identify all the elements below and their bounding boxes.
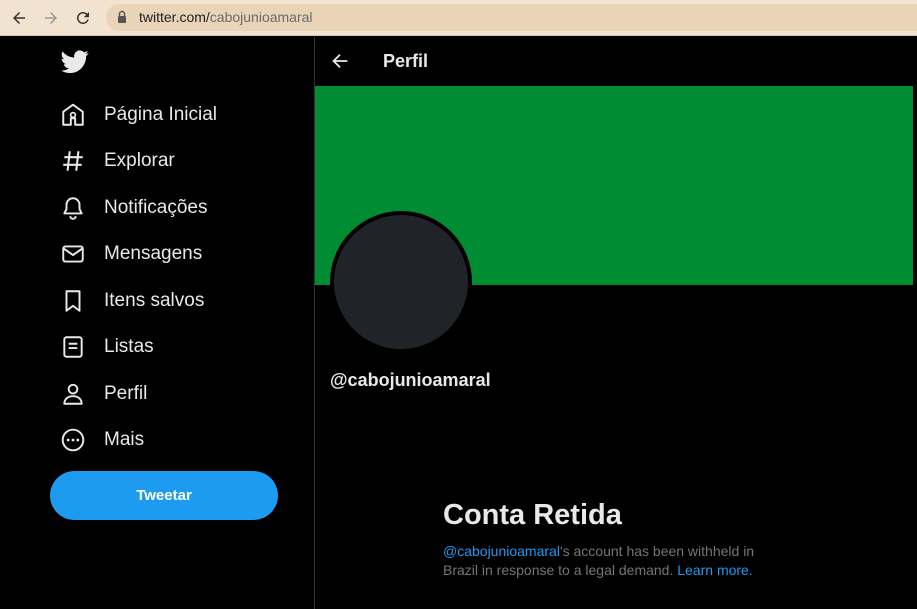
withheld-handle-link[interactable]: @cabojunioamaral [443,543,560,559]
hashtag-icon [58,146,88,176]
sidebar-item-home[interactable]: Página Inicial [58,99,217,131]
twitter-bird-icon[interactable] [61,50,89,74]
sidebar-item-label: Página Inicial [104,104,218,125]
sidebar-item-notifications[interactable]: Notificações [58,192,208,224]
learn-more-link[interactable]: Learn more. [677,562,752,578]
withheld-message: @cabojunioamaral's account has been with… [443,542,773,580]
page-title: Perfil [383,51,429,71]
url-path: cabojunioamaral [209,9,313,25]
sidebar-item-lists[interactable]: Listas [58,331,154,363]
url-text[interactable]: twitter.com/cabojunioamaral [139,9,313,26]
bell-icon [58,193,88,223]
sidebar-item-label: Notificações [104,197,208,218]
sidebar-item-label: Explorar [104,150,175,171]
lock-icon [118,10,126,23]
sidebar-item-label: Listas [104,336,154,357]
person-icon [58,379,88,409]
withheld-title: Conta Retida [443,499,622,531]
arrow-left-icon [13,12,25,24]
avatar[interactable] [330,211,472,353]
envelope-icon [58,239,88,269]
url-host: twitter.com/ [139,9,210,25]
sidebar: Página Inicial Explorar Notificações Men… [0,37,314,609]
forward-button[interactable] [40,7,62,29]
profile-column: Perfil @cabojunioamaral Conta Retida @ca… [315,37,917,609]
sidebar-item-label: Mensagens [104,243,203,264]
sidebar-item-explore[interactable]: Explorar [58,145,175,177]
sidebar-item-bookmarks[interactable]: Itens salvos [58,285,204,317]
back-button[interactable] [8,7,30,29]
back-arrow-icon[interactable] [329,50,351,72]
sidebar-item-profile[interactable]: Perfil [58,378,147,410]
browser-toolbar: twitter.com/cabojunioamaral [0,0,917,36]
bookmark-icon [58,286,88,316]
more-icon [58,425,88,455]
sidebar-item-messages[interactable]: Mensagens [58,238,202,270]
sidebar-item-label: Perfil [104,383,148,404]
sidebar-item-label: Itens salvos [104,290,205,311]
list-icon [58,332,88,362]
sidebar-item-more[interactable]: Mais [58,424,144,456]
sidebar-item-label: Mais [104,429,145,450]
tweet-button[interactable]: Tweetar [50,471,278,520]
profile-handle: @cabojunioamaral [330,370,491,390]
arrow-right-icon [45,12,57,24]
home-icon [58,100,88,130]
reload-icon [76,11,89,24]
reload-button[interactable] [72,7,94,29]
